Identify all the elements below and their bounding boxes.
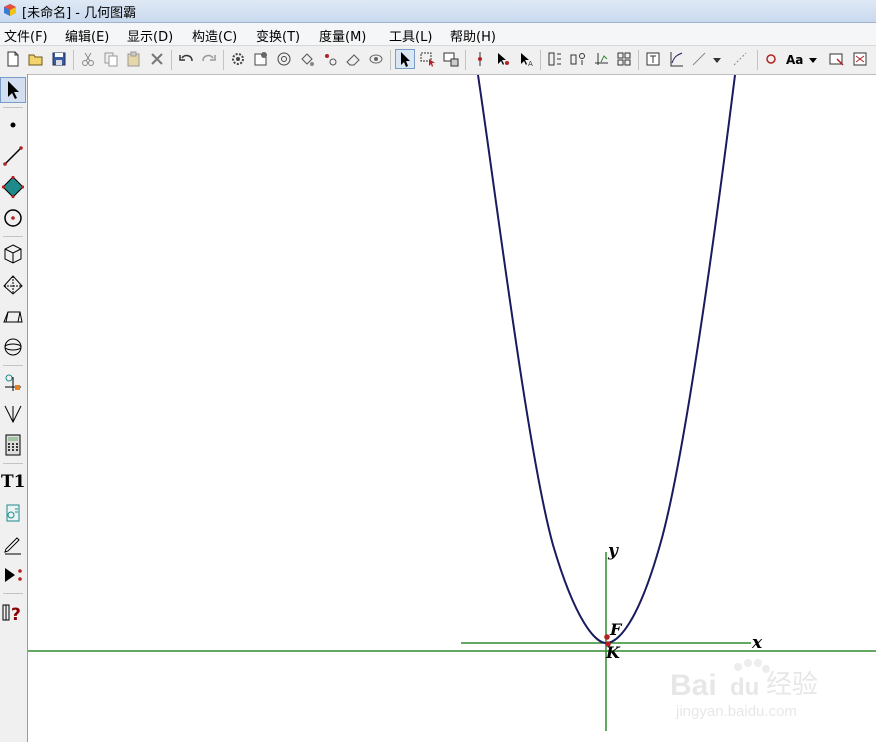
watermark-paw: du xyxy=(730,674,759,701)
select-by-type-icon[interactable] xyxy=(442,50,460,68)
toolbar-divider xyxy=(390,50,391,70)
circle-tool-icon[interactable] xyxy=(1,206,25,230)
y-axis-label: y xyxy=(607,541,619,561)
prism-tool-icon[interactable] xyxy=(1,304,25,328)
text-tool-label: T1 xyxy=(1,472,26,492)
toolbox-divider xyxy=(3,107,23,108)
menu-tools[interactable]: 工具(L) xyxy=(389,26,432,45)
script-tool-icon[interactable] xyxy=(1,501,25,525)
paste-icon[interactable] xyxy=(125,50,143,68)
point-tool-icon[interactable] xyxy=(1,113,25,137)
menu-file[interactable]: 文件(F) xyxy=(4,26,48,45)
drawing-canvas[interactable]: y x F K Bai du 经验 jingyan.baidu.com xyxy=(28,75,876,742)
export-icon[interactable] xyxy=(851,50,869,68)
select-arrow-icon[interactable] xyxy=(395,49,415,69)
toolbar-divider xyxy=(638,50,639,70)
menu-edit[interactable]: 编辑(E) xyxy=(65,26,109,45)
vertex-label: K xyxy=(605,643,621,662)
toolbox-divider xyxy=(3,236,23,237)
menu-display[interactable]: 显示(D) xyxy=(127,26,173,45)
menu-construct[interactable]: 构造(C) xyxy=(192,26,237,45)
screenshot-icon[interactable] xyxy=(828,50,846,68)
label-object-icon[interactable]: A xyxy=(517,50,535,68)
undo-icon[interactable] xyxy=(177,50,195,68)
line-style-icon[interactable] xyxy=(690,50,708,68)
point-style-icon[interactable] xyxy=(762,50,780,68)
toolbox: T1 ? xyxy=(0,74,28,742)
copy-icon[interactable] xyxy=(102,50,120,68)
function-plot-icon[interactable] xyxy=(667,50,685,68)
app-icon xyxy=(4,4,16,16)
animate-point-icon[interactable] xyxy=(321,50,339,68)
dashed-line-icon[interactable] xyxy=(731,50,749,68)
title-bar: [未命名] - 几何图霸 xyxy=(0,0,876,23)
coordinate-axes-icon[interactable] xyxy=(592,50,610,68)
x-axis-label: x xyxy=(751,633,763,653)
svg-text:?: ? xyxy=(11,605,21,624)
select-region-icon[interactable] xyxy=(419,50,437,68)
toolbar-divider xyxy=(73,50,74,70)
settings-gear-icon[interactable] xyxy=(229,50,247,68)
cut-icon[interactable] xyxy=(79,50,97,68)
pen-tool-icon[interactable] xyxy=(1,532,25,556)
toolbar-divider xyxy=(223,50,224,70)
text-style-label[interactable]: Aa xyxy=(786,53,803,67)
save-icon[interactable] xyxy=(50,50,68,68)
menu-measure[interactable]: 度量(M) xyxy=(319,26,366,45)
align-objects-icon[interactable] xyxy=(546,50,564,68)
focus-label: F xyxy=(609,620,623,639)
watermark-paw-icon xyxy=(734,659,770,673)
cube-tool-icon[interactable] xyxy=(1,242,25,266)
toolbar-divider xyxy=(540,50,541,70)
grid-icon[interactable] xyxy=(615,50,633,68)
text-box-icon[interactable] xyxy=(644,50,662,68)
redo-icon[interactable] xyxy=(200,50,218,68)
watermark-url: jingyan.baidu.com xyxy=(675,703,797,720)
toolbar-divider xyxy=(171,50,172,70)
hide-object-icon[interactable] xyxy=(367,50,385,68)
arrow-select-tool-icon[interactable] xyxy=(0,77,26,103)
toolbar-divider xyxy=(465,50,466,70)
color-fill-icon[interactable] xyxy=(298,50,316,68)
distribute-icon[interactable] xyxy=(569,50,587,68)
baidu-watermark: Bai du 经验 jingyan.baidu.com xyxy=(670,659,818,720)
polygon-tool-icon[interactable] xyxy=(1,175,25,199)
svg-text:A: A xyxy=(528,60,533,68)
menu-transform[interactable]: 变换(T) xyxy=(256,26,300,45)
calculator-tool-icon[interactable] xyxy=(1,433,25,457)
coordinate-point-tool-icon[interactable] xyxy=(1,371,25,395)
animation-button-tool-icon[interactable] xyxy=(1,563,25,587)
text-tool[interactable]: T1 xyxy=(1,470,25,494)
line-style-dropdown-icon[interactable] xyxy=(711,50,723,68)
line-segment-tool-icon[interactable] xyxy=(1,144,25,168)
label-point-icon[interactable] xyxy=(494,50,512,68)
eraser-icon[interactable] xyxy=(344,50,362,68)
delete-icon[interactable] xyxy=(148,50,166,68)
point-on-object-icon[interactable] xyxy=(471,50,489,68)
toolbox-divider xyxy=(3,593,23,594)
open-folder-icon[interactable] xyxy=(27,50,45,68)
menu-bar: 文件(F) 编辑(E) 显示(D) 构造(C) 变换(T) 度量(M) 工具(L… xyxy=(0,23,876,46)
sphere-tool-icon[interactable] xyxy=(1,335,25,359)
menu-help[interactable]: 帮助(H) xyxy=(450,26,496,45)
toolbar: A Aa xyxy=(0,46,876,75)
toolbox-divider xyxy=(3,365,23,366)
window-title: [未命名] - 几何图霸 xyxy=(22,6,137,21)
toolbar-divider xyxy=(757,50,758,70)
pyramid-tool-icon[interactable] xyxy=(1,273,25,297)
watermark-brand: Bai xyxy=(670,669,717,702)
properties-icon[interactable] xyxy=(252,50,270,68)
toolbox-divider xyxy=(3,463,23,464)
angle-tool-icon[interactable] xyxy=(1,402,25,426)
focus-point[interactable] xyxy=(604,634,610,640)
text-style-dropdown-icon[interactable] xyxy=(807,50,819,68)
watermark-cn: 经验 xyxy=(766,670,818,700)
help-tool-icon[interactable]: ? xyxy=(1,600,25,624)
trace-icon[interactable] xyxy=(275,50,293,68)
new-file-icon[interactable] xyxy=(4,50,22,68)
